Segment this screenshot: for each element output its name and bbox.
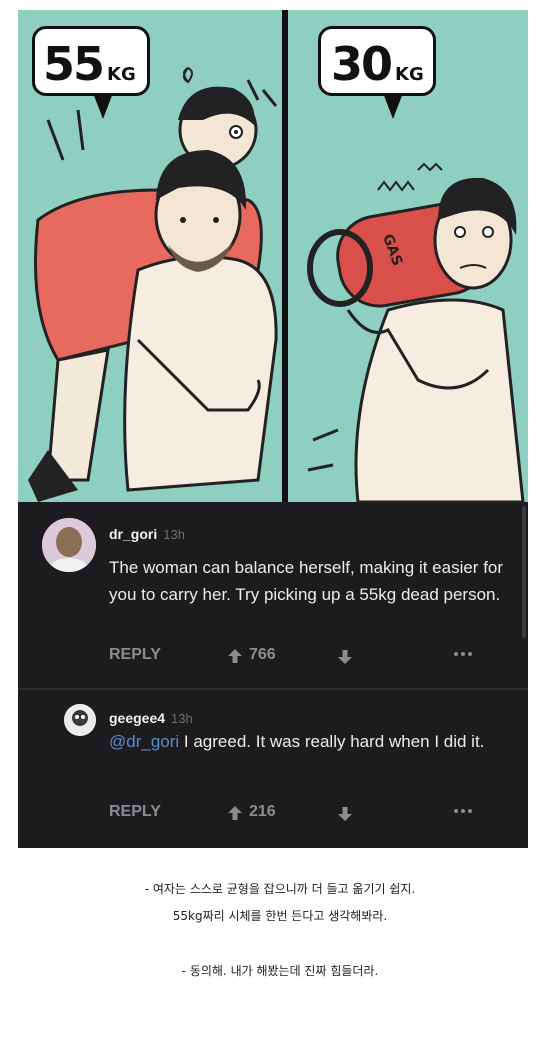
comment-time: 13h — [171, 711, 193, 726]
comic-panel-left: 55 KG — [18, 10, 282, 502]
upvote-count: 766 — [249, 646, 276, 663]
username-text: geegee4 — [109, 710, 166, 726]
reply-button[interactable]: REPLY — [109, 803, 161, 821]
comment-body: @dr_gori I agreed. It was really hard wh… — [109, 728, 504, 755]
more-options-icon[interactable] — [453, 803, 473, 824]
comment-item: geegee4 13h @dr_gori I agreed. It was rea… — [18, 690, 528, 848]
user-avatar-icon — [64, 704, 96, 736]
more-options-icon[interactable] — [453, 646, 473, 667]
comment-body: The woman can balance herself, making it… — [109, 558, 504, 604]
upvote-count: 216 — [249, 803, 276, 820]
weight-number: 30 — [331, 37, 393, 91]
weight-unit: KG — [395, 64, 424, 85]
comment-text: I agreed. It was really hard when I did … — [179, 732, 485, 751]
weight-bubble-right: 30 KG — [318, 26, 436, 119]
weight-number: 55 — [43, 37, 105, 91]
downvote-icon[interactable] — [337, 649, 353, 670]
comment-author[interactable]: geegee4 13h — [109, 710, 193, 726]
user-mention-link[interactable]: @dr_gori — [109, 732, 179, 751]
username-text: dr_gori — [109, 526, 158, 542]
user-avatar-icon — [42, 518, 96, 572]
caption-line: 55kg짜리 시체를 한번 든다고 생각해봐라. — [172, 909, 388, 923]
avatar[interactable] — [42, 518, 96, 572]
comments-card: dr_gori 13h The woman can balance herself… — [18, 502, 528, 848]
caption-line: - 동의해. 내가 해봤는데 진짜 힘들더라. — [181, 964, 379, 978]
upvote-icon[interactable] — [227, 648, 243, 669]
comment-item: dr_gori 13h The woman can balance herself… — [18, 502, 528, 687]
comic-panel-right: 30 KG GAS — [288, 10, 528, 502]
weight-bubble-left: 55 KG — [32, 26, 150, 119]
downvote-icon[interactable] — [337, 806, 353, 827]
weight-unit: KG — [107, 64, 136, 85]
reply-button[interactable]: REPLY — [109, 646, 161, 664]
comic-image: 55 KG 30 KG GAS — [18, 10, 528, 502]
caption-line: - 여자는 스스로 균형을 잡으니까 더 들고 옮기기 쉽지. — [144, 882, 416, 896]
upvote-icon[interactable] — [227, 805, 243, 826]
comment-time: 13h — [163, 527, 185, 542]
comment-author[interactable]: dr_gori 13h — [109, 526, 185, 542]
avatar[interactable] — [64, 704, 96, 736]
